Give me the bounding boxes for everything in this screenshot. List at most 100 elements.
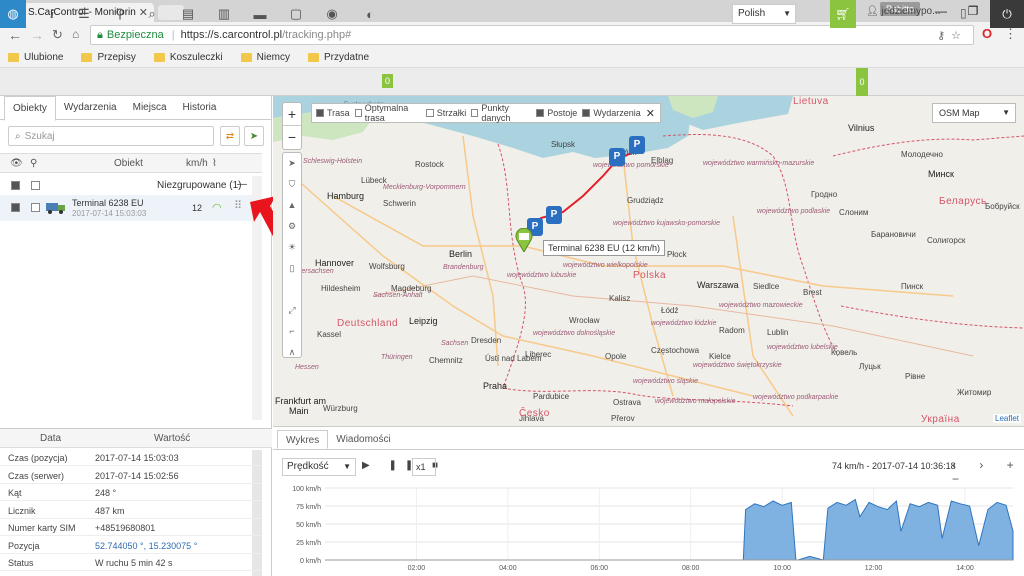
gear-icon[interactable]: ⚙ [283, 216, 301, 237]
map-place-label: Hannover [315, 258, 355, 268]
terminal-timestamp: 2017-07-14 15:03:03 [72, 209, 147, 218]
map-place-label: województwo pomorskie [593, 162, 669, 169]
chat-icon[interactable]: ◐ [356, 0, 384, 28]
tab-history[interactable]: Historia [175, 96, 225, 120]
bookmark-przepisy[interactable]: Przepisy [81, 52, 136, 63]
metric-select[interactable]: Prędkość ▼ [282, 458, 356, 476]
map-place-label: województwo kujawsko-pomorskie [613, 220, 720, 227]
map-place-label: Łódź [661, 306, 679, 315]
back-arrow-icon[interactable]: ← [8, 27, 22, 43]
parking-marker[interactable]: P [629, 136, 645, 154]
fullscreen-icon[interactable]: ⤢ [283, 300, 301, 321]
address-bar[interactable]: 🔒︎ Bezpieczna | https://s.carcontrol.pl … [90, 25, 974, 45]
chart-icon[interactable]: ▤ [174, 0, 202, 28]
locate-icon[interactable]: ➤ [244, 126, 264, 146]
forward-arrow-icon[interactable]: → [30, 27, 44, 43]
map-place-label: Thüringen [381, 354, 413, 361]
key-star-icons[interactable]: ⚷☆ [937, 29, 967, 42]
home-icon[interactable]: ⌂ [72, 27, 79, 41]
vehicle-marker-icon[interactable] [515, 228, 533, 252]
map-place-label: Frankfurt am [275, 396, 327, 406]
layer-checkbox[interactable] [316, 109, 324, 117]
layer-checkbox[interactable] [536, 109, 545, 117]
opera-extension-icon[interactable]: O [982, 26, 992, 41]
angle-icon[interactable]: ∧ [283, 342, 301, 363]
sliders-icon[interactable]: ☰ [70, 0, 98, 28]
layer-checkbox[interactable] [425, 109, 434, 117]
tab-chart[interactable]: Wykres [277, 430, 329, 449]
pin-icon[interactable]: ⚲ [106, 0, 134, 28]
bookmark-ulubione[interactable]: Ulubione [8, 52, 63, 63]
map-place-label: Słupsk [551, 140, 576, 149]
tab-places[interactable]: Miejsca [125, 96, 175, 120]
group-collapse-toggle[interactable]: — [237, 179, 247, 190]
layer-toggle[interactable]: Strzałki [425, 108, 466, 118]
tab-objects[interactable]: Obiekty [4, 96, 56, 121]
browser-menu-icon[interactable]: ⋮ [1004, 26, 1017, 42]
phone-icon[interactable]: ▯ [960, 6, 967, 20]
details-value[interactable]: 52.744050 °, 15.230075 ° [95, 541, 197, 551]
layer-toggle[interactable]: Wydarzenia [582, 108, 641, 118]
tab-messages[interactable]: Wiadomości [328, 430, 398, 449]
logout-icon[interactable]: ⏻ [990, 0, 1024, 28]
map-place-label: Vilnius [848, 123, 875, 133]
notification-badge: 0 [382, 74, 394, 88]
camera-icon[interactable]: ◉ [318, 0, 346, 28]
group-row[interactable]: Niezgrupowane (1) — [0, 177, 262, 193]
code-icon[interactable]: ▢ [282, 0, 310, 28]
locate-arrow-icon[interactable]: ➤ [283, 153, 301, 174]
basemap-value: OSM Map [939, 108, 980, 118]
basemap-select[interactable]: OSM Map ▼ [932, 103, 1016, 123]
map-view[interactable]: Hamburg Hannover Berlin Leipzig Praha Warszaw… [273, 96, 1024, 426]
terminal-visibility-checkbox[interactable] [11, 203, 20, 212]
bookmark-przydatne[interactable]: Przydatne [308, 52, 369, 63]
layer-toggle[interactable]: Trasa [316, 108, 350, 118]
map-place-label: Wolfsburg [369, 262, 405, 271]
measure-icon[interactable]: ⌐ [283, 321, 301, 342]
map-place-label: Würzburg [323, 404, 358, 413]
cart-button[interactable]: 🛒︎ [830, 0, 856, 28]
group-visibility-checkbox[interactable] [11, 181, 20, 190]
layer-toggle[interactable]: Punkty danych [471, 103, 531, 123]
zoom-in-button[interactable]: + [283, 103, 301, 126]
parking-marker[interactable]: P [609, 148, 625, 166]
book-icon[interactable]: ▥ [210, 0, 238, 28]
map-place-label: Минск [928, 169, 954, 179]
lock-icon: 🔒︎ [97, 28, 103, 41]
layer-toggle[interactable]: Postoje [536, 108, 577, 118]
parking-marker[interactable]: P [546, 206, 562, 224]
layer-checkbox[interactable] [354, 109, 362, 117]
map-place-label: Leipzig [409, 316, 438, 326]
terminal-row[interactable]: Terminal 6238 EU 2017-07-14 15:03:03 12 … [0, 195, 262, 221]
warning-icon[interactable]: ▲ [283, 195, 301, 216]
layer-checkbox[interactable] [582, 109, 591, 117]
globe-icon[interactable]: ◍ [0, 0, 26, 28]
search-icon[interactable]: ⌕ [138, 0, 166, 28]
details-key: Licznik [8, 505, 36, 516]
layer-checkbox[interactable] [471, 109, 479, 117]
layer-toggle[interactable]: Optymalna trasa [354, 103, 421, 123]
playback-speed-select[interactable]: x1 [412, 458, 436, 476]
close-icon[interactable]: ✕ [646, 107, 655, 120]
terminal-follow-checkbox[interactable] [31, 203, 40, 212]
language-select[interactable]: Polish ▼ [732, 4, 796, 24]
reload-icon[interactable]: ↻ [52, 27, 63, 43]
car-icon[interactable]: ▬ [246, 0, 274, 28]
map-place-label: Praha [483, 381, 508, 391]
speed-chart[interactable]: 100 km/h 75 km/h 50 km/h 25 km/h 0 km/h 02:00… [273, 480, 1024, 576]
refresh-icon[interactable]: ⇄ [220, 126, 240, 146]
grid-menu-icon[interactable]: ⠿ [234, 199, 242, 212]
map-place-label: Барановичи [871, 230, 916, 239]
search-input[interactable]: ⌕ Szukaj [8, 126, 214, 146]
bookmark-koszuleczki[interactable]: Koszuleczki [153, 52, 223, 63]
shield-icon[interactable]: ⛉ [283, 174, 301, 195]
tab-events[interactable]: Wydarzenia [56, 96, 125, 120]
bookmark-niemcy[interactable]: Niemcy [240, 52, 290, 63]
sun-icon[interactable]: ☀ [283, 237, 301, 258]
zoom-out-button[interactable]: − [283, 126, 301, 149]
user-menu[interactable]: 👤︎ jedziemypo... [866, 6, 940, 17]
info-icon[interactable]: i [38, 0, 66, 28]
tag-icon[interactable]: ▯ [283, 258, 301, 279]
group-follow-checkbox[interactable] [31, 181, 40, 190]
map-attribution[interactable]: Leaflet [993, 414, 1022, 423]
